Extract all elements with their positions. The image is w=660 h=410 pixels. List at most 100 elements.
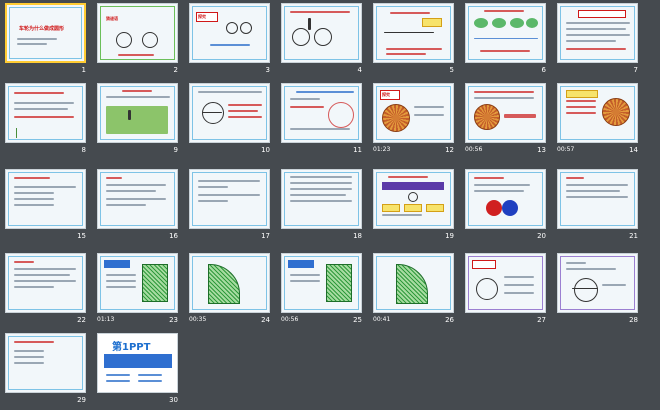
slide-frame [8, 86, 83, 140]
slide-thumbnail[interactable]: 车轮为什么做成圆形 [5, 3, 86, 63]
slide-thumbnail[interactable] [97, 83, 178, 143]
title-box [288, 260, 314, 268]
timing-label: 01:23 [373, 146, 391, 153]
slide-thumbnail[interactable] [5, 169, 86, 229]
text-line [504, 276, 534, 278]
text-line [14, 177, 50, 179]
text-line [414, 106, 444, 108]
text-line [386, 48, 442, 50]
text-line [386, 53, 426, 55]
text-line [17, 43, 47, 45]
text-line [198, 186, 228, 188]
slide-frame [100, 6, 175, 60]
slide-thumbnail[interactable] [373, 253, 454, 313]
slide-thumbnail[interactable] [281, 253, 362, 313]
text-line [14, 341, 54, 343]
text-line [566, 196, 628, 198]
slide-thumbnail[interactable]: 探究 [373, 83, 454, 143]
text-line [566, 268, 616, 270]
slide-thumbnail[interactable] [5, 333, 86, 393]
text-line [14, 280, 76, 282]
slide-number: 24 [261, 316, 270, 324]
slide-thumbnail[interactable] [373, 3, 454, 63]
text-line [484, 10, 524, 12]
text-line [382, 214, 422, 216]
slide-frame [8, 256, 83, 310]
slide-number: 9 [173, 146, 178, 154]
text-line [106, 198, 166, 200]
text-line [106, 96, 170, 98]
slide-number: 7 [633, 66, 638, 74]
text-line [474, 177, 504, 179]
text-line [566, 112, 596, 114]
slide-thumbnail[interactable] [97, 253, 178, 313]
slide-number: 23 [169, 316, 178, 324]
timing-label: 00:57 [557, 146, 575, 153]
slide-number: 2 [173, 66, 178, 74]
ground-line [384, 32, 434, 33]
slide-thumbnail[interactable] [373, 169, 454, 229]
slide-thumbnail[interactable] [557, 83, 638, 143]
label-box [422, 18, 442, 27]
slide-number: 12 [445, 146, 454, 154]
slide-title: 车轮为什么做成圆形 [19, 26, 65, 32]
text-line [290, 11, 350, 13]
slide-number: 20 [537, 232, 546, 240]
slide-thumbnail[interactable] [557, 169, 638, 229]
slide-thumbnail[interactable] [465, 83, 546, 143]
slide-thumbnail[interactable] [97, 169, 178, 229]
timing-label: 00:56 [281, 316, 299, 323]
slide-thumbnail[interactable] [5, 83, 86, 143]
slide-timing: 01:23 [373, 146, 390, 154]
rider-figure [308, 18, 311, 30]
wheel-shape [142, 32, 158, 48]
slide-number: 8 [81, 146, 86, 154]
banner-box [382, 182, 444, 190]
slide-thumbnail[interactable]: 猜谜语 [97, 3, 178, 63]
text-line [566, 48, 626, 50]
slide-number: 21 [629, 232, 638, 240]
slide-number: 10 [261, 146, 270, 154]
text-line [14, 92, 64, 94]
text-line [290, 280, 320, 282]
slide-thumbnail[interactable]: 探究 [189, 3, 270, 63]
timing-label: 00:41 [373, 316, 391, 323]
text-line [290, 194, 346, 196]
text-line [566, 34, 630, 36]
text-line [14, 198, 54, 200]
text-line [14, 108, 68, 110]
slide-thumbnail[interactable] [5, 253, 86, 313]
slide-title: 猜谜语 [106, 16, 118, 21]
slide-thumbnail[interactable] [281, 83, 362, 143]
slide-number: 27 [537, 316, 546, 324]
diameter-line [202, 112, 222, 113]
slide-thumbnail[interactable] [189, 83, 270, 143]
slide-thumbnail[interactable] [189, 253, 270, 313]
slide-thumbnail[interactable] [465, 3, 546, 63]
slide-thumbnail[interactable] [281, 169, 362, 229]
text-line [290, 274, 320, 276]
slide-number: 6 [541, 66, 546, 74]
slide-thumbnail[interactable] [281, 3, 362, 63]
text-line [118, 54, 154, 56]
slide-frame [468, 172, 543, 226]
title-box [472, 260, 496, 269]
slide-thumbnail[interactable]: 第1PPT [97, 333, 178, 393]
slide-thumbnail[interactable] [557, 3, 638, 63]
lawn-image [106, 106, 168, 134]
text-line [106, 280, 136, 282]
slide-number: 29 [77, 396, 86, 404]
slide-frame [560, 172, 635, 226]
text-line [290, 106, 324, 108]
slide-thumbnail[interactable] [465, 169, 546, 229]
text-line [566, 262, 586, 264]
circle-diagram [202, 102, 224, 124]
rectangle-shape [504, 114, 536, 118]
text-line [106, 204, 146, 206]
slide-thumbnail[interactable] [189, 169, 270, 229]
leaf-shape [474, 18, 488, 28]
text-line [106, 380, 130, 382]
slide-thumbnail[interactable] [557, 253, 638, 313]
text-line [14, 102, 74, 104]
slide-thumbnail[interactable] [465, 253, 546, 313]
